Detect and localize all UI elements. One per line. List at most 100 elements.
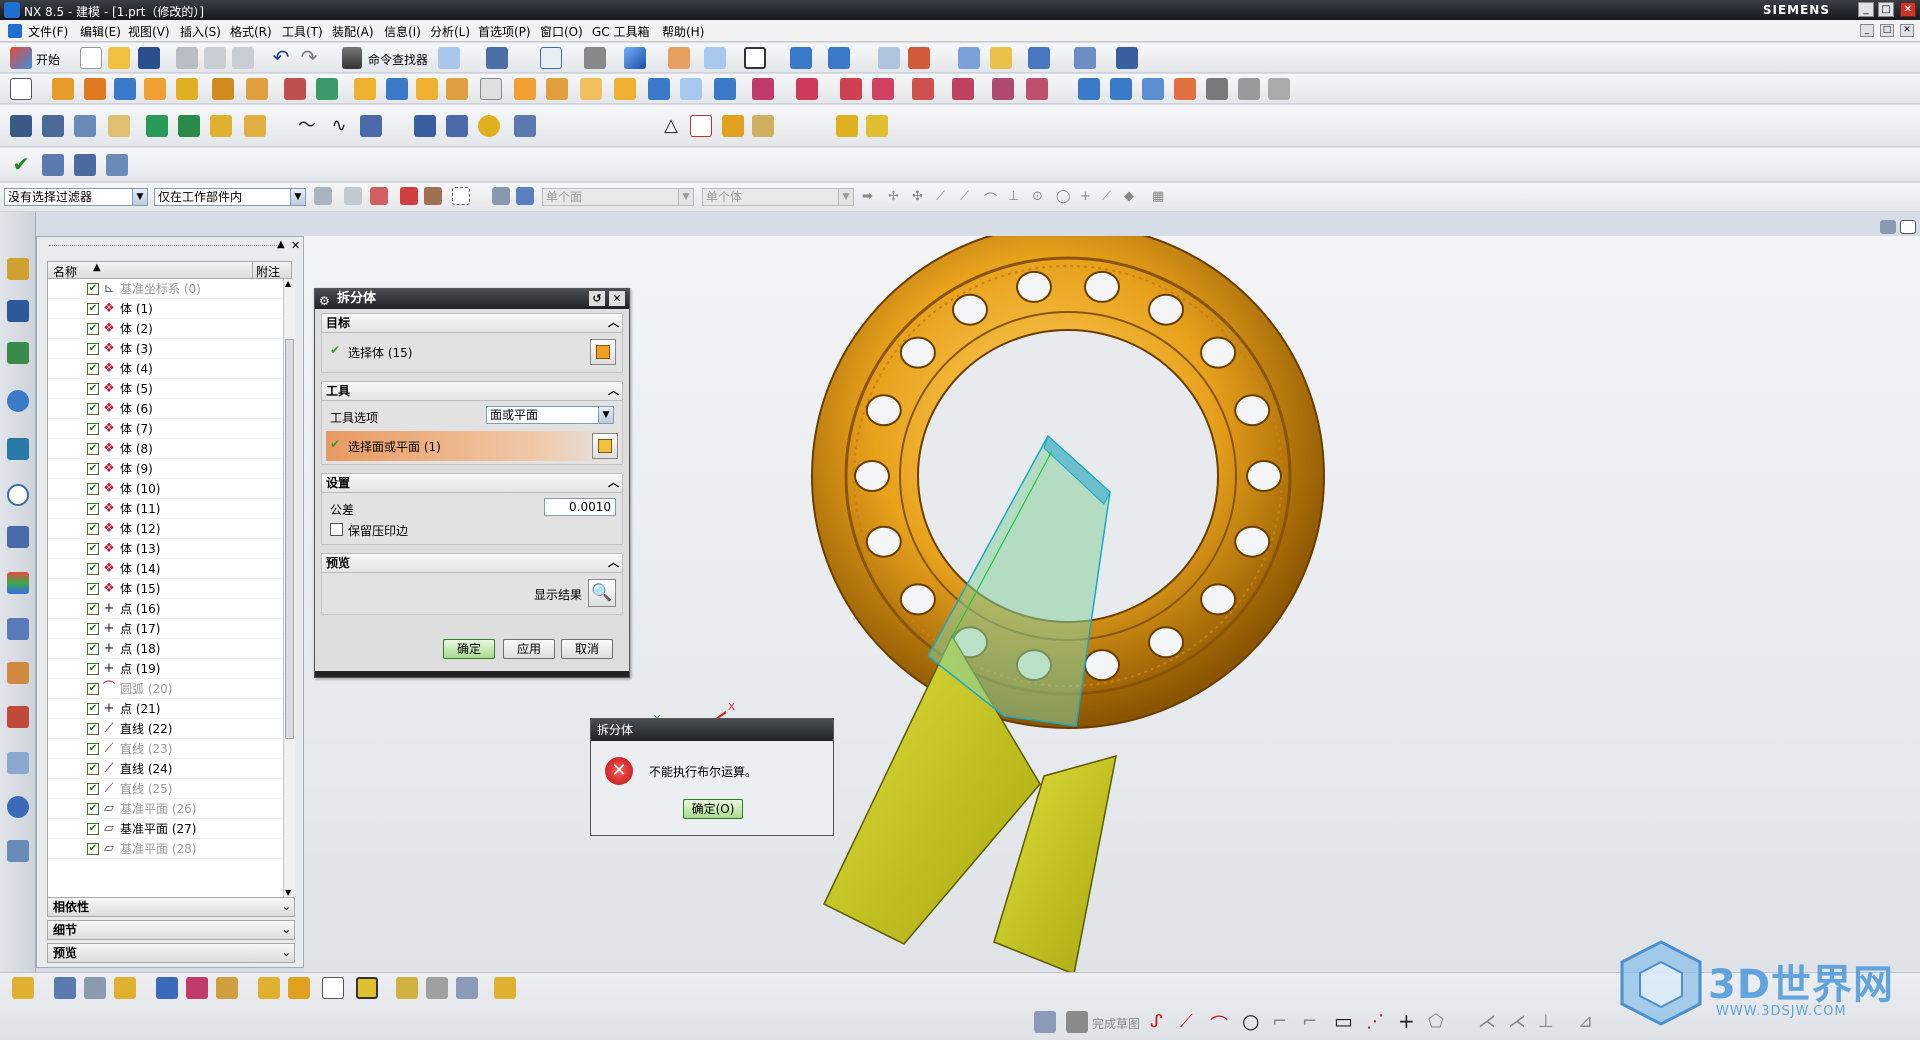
tree-row[interactable]: ✔ ❖ 体 (6) [48,399,283,419]
process-studio-tab-icon[interactable] [7,572,29,594]
fit-view-icon[interactable] [540,47,562,69]
visibility-checkbox[interactable]: ✔ [87,803,99,815]
save-icon[interactable] [138,47,160,69]
ok-button[interactable]: 确定 [443,639,495,659]
window-icon[interactable] [438,47,460,69]
snap-center-icon[interactable]: ⊙ [1032,189,1043,204]
visibility-checkbox[interactable]: ✔ [87,283,99,295]
keep-imprint-checkbox[interactable] [330,523,343,536]
system-scene-tab-icon[interactable] [7,706,29,728]
layer-icon[interactable] [54,977,76,999]
block-icon[interactable] [114,78,136,100]
snap-curve-icon[interactable]: ⟋ [1102,189,1111,204]
close-window-button[interactable]: ✕ [1900,2,1916,17]
tree-row[interactable]: ✔ ❖ 体 (5) [48,379,283,399]
tree-row[interactable]: ✔ ⟋ 直线 (24) [48,759,283,779]
panel-collapse-icon[interactable]: ▲ [277,239,285,250]
tree-row[interactable]: ✔ ❖ 体 (7) [48,419,283,439]
reset-icon[interactable]: ↺ [589,291,605,306]
minimize-button[interactable]: _ [1858,2,1874,17]
through-mesh-icon[interactable] [1110,78,1132,100]
panel-icon[interactable] [1880,220,1896,234]
chevron-down-icon[interactable]: ⌄ [282,944,291,962]
visibility-checkbox[interactable]: ✔ [87,783,99,795]
preview-group-header[interactable]: 预览 ︿ [321,553,623,573]
column-note-header[interactable]: 附注 [256,263,280,280]
menu-format[interactable]: 格式(R) [230,23,272,40]
select-body-button[interactable] [590,339,616,365]
transform-icon[interactable] [156,977,178,999]
check-icon[interactable]: ✔ [10,154,32,176]
snap-control-icon[interactable]: ✣ [912,189,923,204]
motion-sim-icon[interactable] [866,115,888,137]
snap-perp-icon[interactable]: ⊥ [1008,189,1019,204]
assembly-toolbar-icon[interactable] [494,977,516,999]
expression-icon[interactable] [74,154,96,176]
chevron-up-icon[interactable]: ︿ [608,554,619,572]
menu-view[interactable]: 视图(V) [128,23,170,40]
select-body-label[interactable]: 选择体 (15) [348,344,412,361]
coin-icon[interactable] [478,115,500,137]
offset-region-icon[interactable] [992,78,1014,100]
system-materials-tab-icon[interactable] [7,526,29,548]
apply-button[interactable]: 应用 [503,639,555,659]
visibility-checkbox[interactable]: ✔ [87,443,99,455]
constrain-face-icon[interactable] [1026,78,1048,100]
gear-icon[interactable]: ⚙ [319,291,330,311]
command-finder-button[interactable]: 命令查找器 [368,51,428,68]
repair-icon[interactable] [178,115,200,137]
spline-icon[interactable]: ∿ [328,115,350,137]
visibility-checkbox[interactable]: ✔ [87,823,99,835]
circle-icon[interactable]: ○ [1242,1009,1259,1033]
pull-face-icon[interactable] [952,78,974,100]
chevron-down-icon[interactable]: ▼ [290,189,305,205]
chevron-down-icon[interactable]: ▼ [132,189,147,205]
visibility-checkbox[interactable]: ✔ [87,683,99,695]
filter-icon[interactable] [1028,47,1050,69]
visibility-checkbox[interactable]: ✔ [87,503,99,515]
tree-row[interactable]: ✔ ❖ 体 (12) [48,519,283,539]
menu-assemblies[interactable]: 装配(A) [332,23,374,40]
scroll-thumb[interactable] [285,339,294,739]
sketch-icon[interactable] [10,78,32,100]
profile-icon[interactable]: ᔑ [1150,1011,1163,1032]
tree-row[interactable]: ✔ ▱ 基准平面 (28) [48,839,283,859]
dialog-title-bar[interactable]: ⚙ 拆分体 ↺ ✕ [315,289,629,309]
cancel-button[interactable]: 取消 [561,639,613,659]
menu-window[interactable]: 窗口(O) [540,23,583,40]
tube-icon[interactable] [414,115,436,137]
panel-grip[interactable] [49,245,279,246]
motion-icon[interactable] [836,115,858,137]
sync-modeling-icon[interactable] [752,78,774,100]
visibility-checkbox[interactable]: ✔ [87,543,99,555]
visualization-icon[interactable] [704,47,726,69]
binoculars-icon[interactable] [342,47,362,69]
paste-icon[interactable] [232,47,254,69]
sketch-task-icon[interactable] [12,977,34,999]
chevron-down-icon[interactable]: ⌄ [282,898,291,916]
section-view-icon[interactable] [828,47,850,69]
new-component-icon[interactable] [322,977,344,999]
tree-row[interactable]: ✔ + 点 (19) [48,659,283,679]
visibility-checkbox[interactable]: ✔ [87,483,99,495]
polygon-shape-icon[interactable]: ⬠ [1428,1011,1444,1032]
dimension-icon[interactable] [1116,47,1138,69]
resize-blend-icon[interactable] [912,78,934,100]
tree-row[interactable]: ✔ ❖ 体 (9) [48,459,283,479]
tree-row[interactable]: ✔ ⟋ 直线 (22) [48,719,283,739]
trim-icon[interactable]: ⋌ [1478,1011,1496,1032]
scroll-down-icon[interactable]: ▼ [285,888,291,897]
select-face-row[interactable]: ✔ 选择面或平面 (1) [326,431,620,461]
column-name-header[interactable]: 名称 [53,263,77,280]
menu-information[interactable]: 信息(I) [384,23,421,40]
revolve-icon[interactable] [84,78,106,100]
assembly-nav-icon[interactable] [10,115,32,137]
type-filter-select[interactable]: 没有选择过滤器 ▼ [4,188,148,206]
reference-set-icon[interactable] [244,115,266,137]
finish-sketch-button[interactable]: 完成草图 [1092,1015,1140,1032]
through-curves-icon[interactable] [1078,78,1100,100]
menu-gc-toolkit[interactable]: GC 工具箱 [592,23,650,40]
bridge-icon[interactable] [1238,78,1260,100]
swept-icon[interactable] [1142,78,1164,100]
split-body-icon[interactable] [480,78,502,100]
